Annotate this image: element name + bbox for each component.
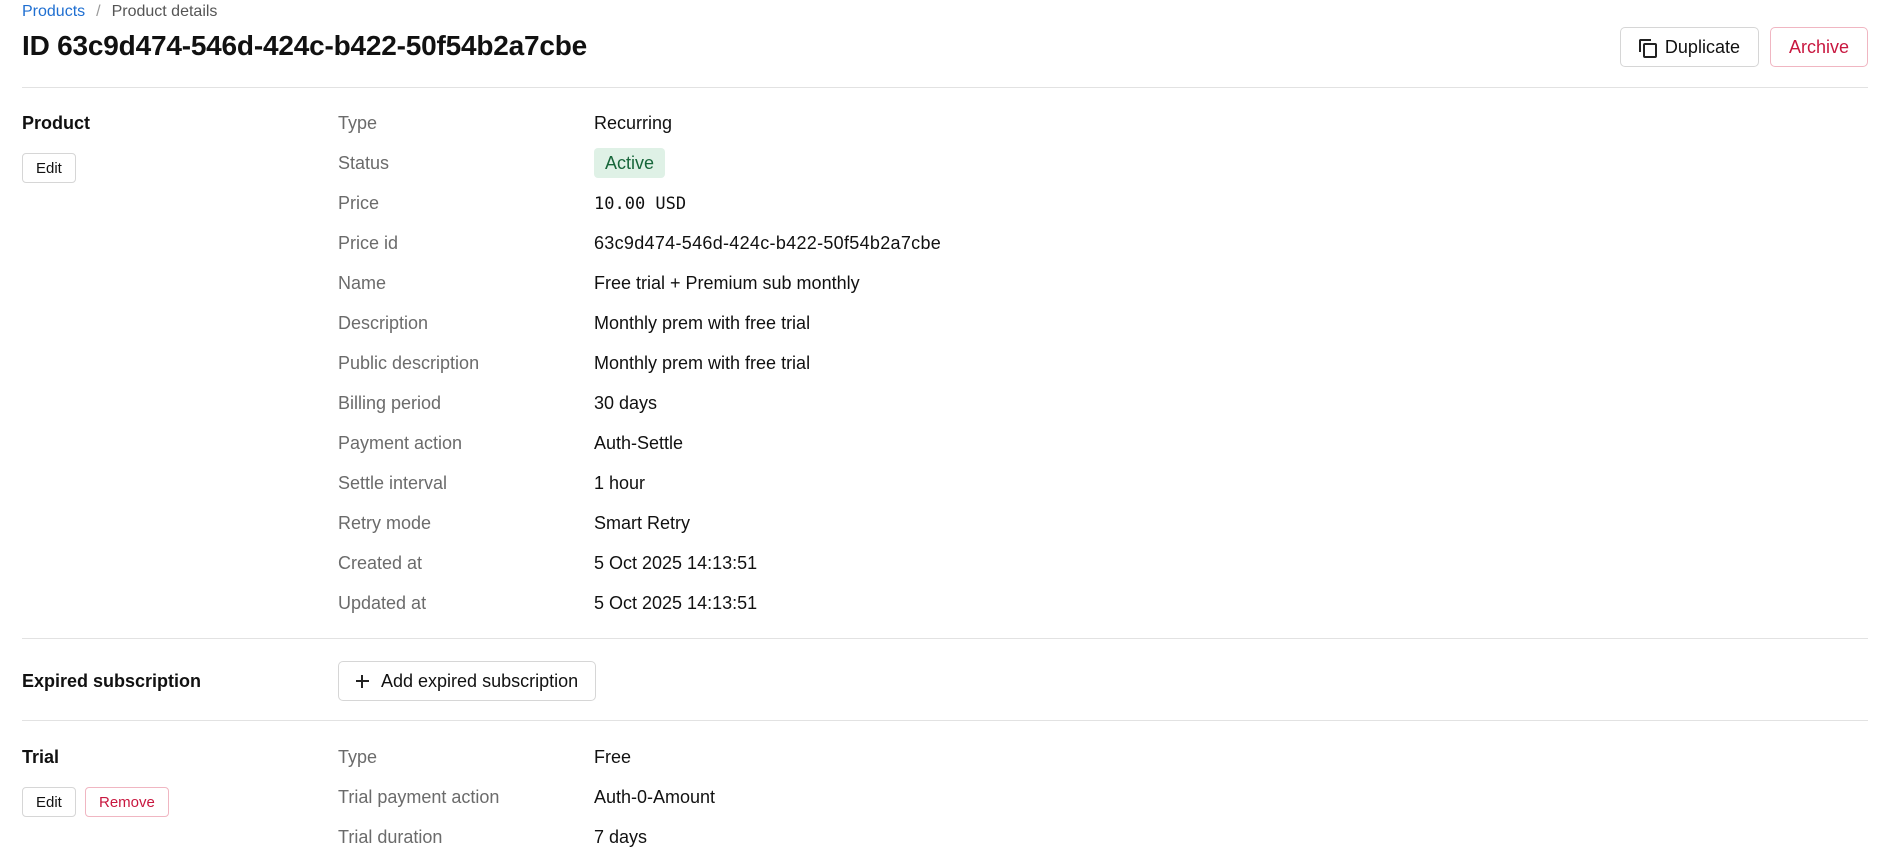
name-value: Free trial + Premium sub monthly xyxy=(594,273,860,293)
trial-duration-label: Trial duration xyxy=(338,827,443,847)
duplicate-button[interactable]: Duplicate xyxy=(1619,27,1759,67)
created-at-label: Created at xyxy=(338,553,423,573)
add-expired-subscription-label: Add expired subscription xyxy=(381,670,579,691)
price-id-label: Price id xyxy=(338,233,399,253)
retry-mode-value: Smart Retry xyxy=(594,513,691,533)
trial-edit-button[interactable]: Edit xyxy=(22,787,76,817)
duplicate-button-label: Duplicate xyxy=(1664,36,1740,57)
trial-payment-action-label: Trial payment action xyxy=(338,787,500,807)
product-edit-button[interactable]: Edit xyxy=(22,153,76,183)
expired-subscription-divider xyxy=(22,720,1868,721)
updated-at-label: Updated at xyxy=(338,593,427,613)
public-description-value: Monthly prem with free trial xyxy=(594,353,811,373)
created-at-value: 5 Oct 2025 14:13:51 xyxy=(594,553,758,573)
page-title: ID 63c9d474-546d-424c-b422-50f54b2a7cbe xyxy=(22,30,587,61)
add-expired-subscription-button[interactable]: Add expired subscription xyxy=(338,661,597,701)
public-description-label: Public description xyxy=(338,353,480,373)
trial-section-title: Trial xyxy=(22,747,60,767)
status-label: Status xyxy=(338,153,390,173)
payment-action-label: Payment action xyxy=(338,433,463,453)
settle-interval-label: Settle interval xyxy=(338,473,448,493)
breadcrumb-separator: / xyxy=(96,3,101,20)
billing-period-value: 30 days xyxy=(594,393,658,413)
archive-button[interactable]: Archive xyxy=(1769,27,1868,67)
price-id-value: 63c9d474-546d-424c-b422-50f54b2a7cbe xyxy=(594,233,942,253)
header-divider xyxy=(22,87,1868,88)
status-badge: Active xyxy=(594,148,666,178)
price-value: 10.00 USD xyxy=(594,194,687,214)
billing-period-label: Billing period xyxy=(338,393,442,413)
plus-icon xyxy=(356,674,369,688)
updated-at-value: 5 Oct 2025 14:13:51 xyxy=(594,593,758,613)
product-divider xyxy=(22,638,1868,639)
archive-button-label: Archive xyxy=(1788,36,1849,57)
header-actions: Duplicate Archive xyxy=(1619,27,1868,67)
type-value: Recurring xyxy=(594,113,673,133)
trial-type-label: Type xyxy=(338,747,378,767)
trial-type-value: Free xyxy=(594,747,632,767)
product-details-page: Products / Product details ID 63c9d474-5… xyxy=(0,0,1884,859)
type-label: Type xyxy=(338,113,378,133)
retry-mode-label: Retry mode xyxy=(338,513,432,533)
expired-subscription-title: Expired subscription xyxy=(22,671,202,691)
description-value: Monthly prem with free trial xyxy=(594,313,811,333)
breadcrumb: Products / Product details xyxy=(22,3,217,21)
copy-icon xyxy=(1638,39,1657,58)
price-label: Price xyxy=(338,193,380,213)
trial-payment-action-value: Auth-0-Amount xyxy=(594,787,716,807)
description-label: Description xyxy=(338,313,429,333)
settle-interval-value: 1 hour xyxy=(594,473,646,493)
breadcrumb-products-link[interactable]: Products xyxy=(22,3,85,21)
trial-remove-button[interactable]: Remove xyxy=(85,787,169,817)
trial-duration-value: 7 days xyxy=(594,827,648,847)
product-section-title: Product xyxy=(22,113,91,133)
breadcrumb-current: Product details xyxy=(111,3,218,20)
payment-action-value: Auth-Settle xyxy=(594,433,684,453)
name-label: Name xyxy=(338,273,387,293)
